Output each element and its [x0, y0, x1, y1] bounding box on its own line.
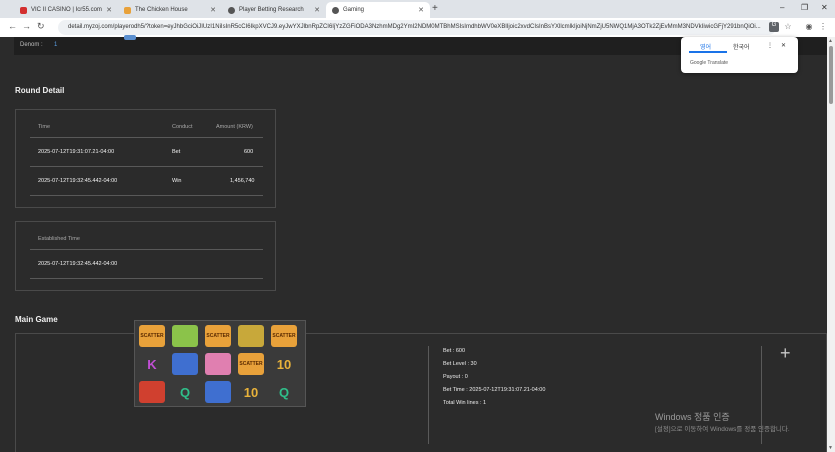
tab-gaming[interactable]: Gaming ✕ [326, 2, 430, 18]
url-field[interactable]: detail.myzoj.com/playerodh5/?token=eyJhb… [58, 20, 776, 35]
close-icon[interactable]: ✕ [106, 6, 112, 14]
minimize-icon[interactable]: – [780, 3, 784, 12]
reel-symbol: 10 [243, 384, 259, 400]
denom-value: 1 [54, 42, 58, 48]
reel-symbol: 10 [276, 356, 292, 372]
restore-icon[interactable]: ❐ [801, 3, 808, 12]
scrollbar-thumb[interactable] [829, 46, 833, 104]
expand-plus-icon[interactable]: + [780, 343, 791, 364]
divider [30, 249, 263, 250]
reel-symbol [205, 381, 231, 403]
divider [428, 346, 429, 444]
bookmark-star-icon[interactable]: ☆ [783, 22, 793, 32]
reel-symbol: K [147, 356, 157, 372]
tab-label: Player Betting Research [239, 7, 304, 13]
divider [30, 166, 263, 167]
row-conduct: Win [172, 178, 182, 184]
windows-activation-title: Windows 정품 인증 [655, 412, 730, 422]
established-header: Established Time [38, 236, 80, 242]
divider [30, 195, 263, 196]
more-options-icon[interactable]: ⋮ [767, 42, 773, 49]
tab-label: The Chicken House [135, 7, 188, 13]
forward-icon[interactable]: → [22, 21, 31, 31]
translate-lang-korean[interactable]: 한국어 [733, 42, 750, 51]
row-conduct: Bet [172, 149, 181, 155]
row-time: 2025-07-12T19:31:07.21-04:00 [38, 149, 115, 155]
amount-header: Amount (KRW) [216, 124, 253, 130]
slot-reels: SCATTER SCATTER SCATTER K SCATTER 10 Q 10 Q [134, 320, 306, 407]
active-lang-underline [689, 51, 727, 53]
back-icon[interactable]: ← [8, 21, 17, 31]
reel-symbol [172, 325, 198, 347]
row-time: 2025-07-12T19:32:45.442-04:00 [38, 178, 118, 184]
reel-symbol [139, 381, 165, 403]
total-win-lines-info: Total Win lines : 1 [443, 400, 487, 406]
menu-icon[interactable]: ⋮ [818, 22, 828, 32]
translate-lang-english[interactable]: 영어 [700, 42, 711, 51]
conduct-header: Conduct [172, 124, 193, 130]
tab-chicken-house[interactable]: The Chicken House ✕ [118, 2, 222, 18]
tab-vic-casino[interactable]: VIC II CASINO | Icr55.com ✕ [14, 2, 118, 18]
scroll-up-icon[interactable]: ▲ [828, 38, 833, 44]
close-icon[interactable]: ✕ [418, 6, 424, 14]
gear-icon [228, 6, 235, 14]
denom-label: Denom : [20, 42, 43, 48]
tab-label: Gaming [343, 7, 365, 13]
reel-symbol: Q [278, 384, 290, 400]
main-game-title: Main Game [15, 315, 58, 324]
profile-icon[interactable]: ◉ [804, 22, 814, 32]
divider [30, 278, 263, 279]
reel-symbol [205, 353, 231, 375]
divider [30, 137, 263, 138]
close-window-icon[interactable]: ✕ [821, 3, 828, 12]
reel-symbol: SCATTER [271, 325, 297, 347]
reel-symbol: Q [179, 384, 191, 400]
close-icon[interactable]: ✕ [314, 6, 320, 14]
established-value: 2025-07-12T19:32:45.442-04:00 [38, 261, 118, 267]
reel-symbol [172, 353, 198, 375]
reel-symbol: SCATTER [238, 353, 264, 375]
round-detail-table: Time Conduct Amount (KRW) 2025-07-12T19:… [15, 109, 276, 208]
tab-bar: VIC II CASINO | Icr55.com ✕ The Chicken … [0, 0, 835, 18]
translate-popup: 영어 한국어 ⋮ ✕ Google Translate [681, 37, 798, 73]
round-detail-title: Round Detail [15, 86, 65, 95]
close-icon[interactable]: ✕ [210, 6, 216, 14]
time-header: Time [38, 124, 51, 130]
reel-symbol: SCATTER [205, 325, 231, 347]
tab-player-betting[interactable]: Player Betting Research ✕ [222, 2, 326, 18]
new-tab-icon[interactable]: + [432, 3, 438, 14]
denom-chip [124, 35, 136, 40]
tab-label: VIC II CASINO | Icr55.com [31, 7, 102, 13]
reel-symbol [238, 325, 264, 347]
close-icon[interactable]: ✕ [781, 42, 786, 49]
translate-icon[interactable]: G [769, 22, 779, 32]
gear-icon [332, 6, 339, 14]
row-amount: 1,456,740 [230, 178, 255, 184]
bet-level-info: Bet Level : 30 [443, 361, 477, 367]
bet-time-info: Bet Time : 2025-07-12T19:31:07.21-04:00 [443, 387, 546, 393]
casino-favicon-icon [20, 6, 27, 14]
reload-icon[interactable]: ↻ [37, 21, 45, 32]
chicken-favicon-icon [124, 6, 131, 14]
scroll-down-icon[interactable]: ▼ [828, 445, 833, 451]
bet-info: Bet : 600 [443, 348, 466, 354]
payout-info: Payout : 0 [443, 374, 468, 380]
row-amount: 600 [244, 149, 254, 155]
established-time-table: Established Time 2025-07-12T19:32:45.442… [15, 221, 276, 291]
google-translate-label: Google Translate [690, 60, 729, 66]
reel-symbol: SCATTER [139, 325, 165, 347]
windows-activation-subtitle: [설정]으로 이동하여 Windows를 정품 인증합니다. [655, 426, 790, 433]
